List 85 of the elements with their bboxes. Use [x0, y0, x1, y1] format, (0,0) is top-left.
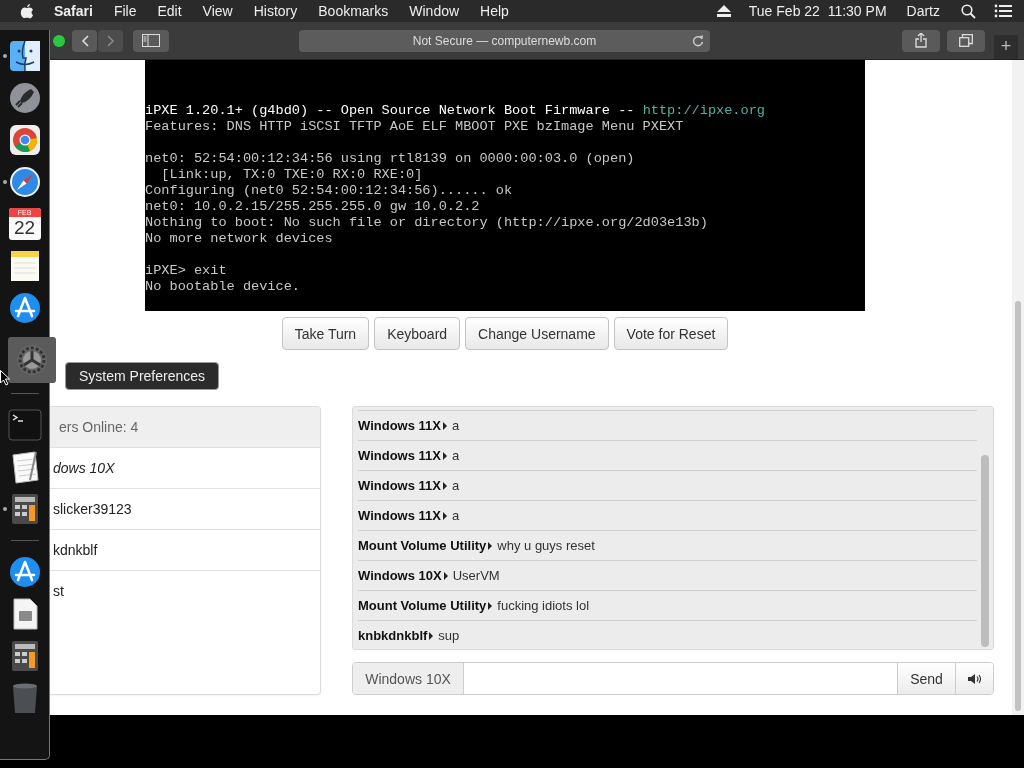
eject-icon[interactable] [716, 5, 731, 17]
terminal-screen[interactable] [145, 60, 865, 311]
chat-message: a [451, 508, 460, 523]
chat-username: Windows 11X [358, 448, 441, 463]
search-icon[interactable] [961, 3, 976, 19]
menu-item[interactable]: Window [409, 3, 460, 19]
address-bar[interactable]: Not Secure — computernewb.com [299, 29, 710, 52]
action-button[interactable]: Keyboard [374, 317, 461, 350]
back-button[interactable] [72, 29, 97, 52]
gear-icon[interactable] [14, 343, 49, 377]
tabs-icon [959, 34, 973, 47]
clock[interactable]: Tue Feb 22 11:30 PM [748, 3, 887, 19]
menu-item[interactable]: Edit [157, 3, 182, 19]
user-list-item[interactable]: st [50, 571, 320, 611]
caret-icon [442, 511, 447, 520]
caret-icon [488, 541, 493, 550]
window-zoom-button[interactable] [53, 34, 65, 47]
sidebar-icon [142, 34, 160, 47]
terminal-line: net0: 52:54:00:12:34:56 using rtl8139 on 0000:00:03.0 (open) [145, 151, 636, 167]
chat-message: UserVM [452, 568, 500, 583]
action-button[interactable]: Take Turn [281, 317, 370, 350]
chevron-left-icon [80, 34, 89, 47]
reload-icon[interactable] [692, 34, 704, 47]
terminal-line: iPXE 1.20.1+ (g4bd0) -- Open Source Network Boot Firmware -- http://ipxe.org [145, 103, 766, 119]
terminal-line: Nothing to boot: No such file or directory (http://ipxe.org/2d03e13b) [145, 215, 709, 231]
user-name[interactable]: Dartz [906, 3, 940, 19]
caret-icon [442, 421, 447, 430]
chevron-right-icon [106, 34, 115, 47]
chat-username: Mount Volume Utility [358, 598, 487, 613]
menu-item[interactable]: History [253, 3, 298, 19]
menu-item[interactable]: File [113, 3, 137, 19]
finder-icon[interactable] [7, 39, 42, 73]
chat-username: Windows 11X [358, 478, 441, 493]
chat-message: a [451, 418, 460, 433]
chat-message: sup [438, 628, 460, 643]
chat-message: fucking idiots lol [497, 598, 590, 613]
menu-item[interactable]: Safari [54, 3, 93, 19]
terminal-line: [Link:up, TX:0 TXE:0 RX:0 RXE:0] [160, 167, 424, 183]
share-icon [915, 33, 927, 48]
terminal-icon[interactable] [7, 408, 42, 442]
scrollbar-thumb[interactable] [981, 455, 989, 647]
tooltip: System Preferences [65, 362, 220, 390]
scrollbar-thumb[interactable] [1015, 301, 1021, 711]
menu-item[interactable]: Help [480, 3, 509, 19]
rocket-icon[interactable] [7, 81, 42, 115]
scrollbar[interactable] [1012, 60, 1024, 715]
calendar-day: 22 [13, 217, 36, 239]
caret-icon [442, 481, 447, 490]
terminal-line: iPXE> exit [145, 263, 228, 279]
menu-item[interactable]: Bookmarks [318, 3, 389, 19]
list-icon[interactable] [994, 4, 1012, 18]
chat-username: Windows 11X [358, 418, 441, 433]
compass-icon[interactable] [7, 165, 42, 199]
app-store-icon[interactable] [7, 291, 42, 325]
terminal-line: Configuring (net0 52:54:00:12:34:56)...... ok [145, 183, 514, 199]
caret-icon [442, 451, 447, 460]
caret-icon [429, 631, 434, 640]
caret-icon [488, 601, 493, 610]
sidebar-button[interactable] [133, 29, 169, 52]
cursor-icon [0, 370, 10, 386]
chat-message: why u guys reset [497, 538, 595, 553]
terminal-line: net0: 10.0.2.15/255.255.255.0 gw 10.0.2.2 [145, 199, 481, 215]
chat-username: Windows 10X [358, 568, 442, 583]
terminal-link[interactable]: http://ipxe.org [642, 103, 765, 118]
terminal-line: Features: DNS HTTP iSCSI TFTP AoE ELF MBOOT PXE bzImage Menu PXEXT [145, 119, 685, 135]
chat-username: knbkdnkblf [358, 628, 428, 643]
chat-message: a [451, 478, 460, 493]
apple-icon[interactable] [20, 3, 34, 19]
chat-username: Mount Volume Utility [358, 538, 487, 553]
dock-highlight[interactable] [7, 337, 56, 383]
new-tab-button[interactable]: + [994, 34, 1018, 59]
action-button[interactable]: Vote for Reset [613, 317, 729, 350]
share-button[interactable] [902, 29, 940, 52]
chat-username: Windows 11X [358, 508, 441, 523]
action-button[interactable]: Change Username [465, 317, 609, 350]
url-text: Not Secure — computernewb.com [412, 33, 597, 48]
terminal-line: No more network devices [145, 231, 334, 247]
users-online-header: ers Online: 4 [50, 407, 320, 448]
app-store-icon[interactable] [7, 555, 42, 589]
terminal-line: No bootable device. [145, 279, 301, 295]
tabs-button[interactable] [947, 29, 985, 52]
menu-item[interactable]: View [202, 3, 233, 19]
chat-message: a [451, 448, 460, 463]
caret-icon [443, 571, 448, 580]
browser-icon[interactable] [7, 123, 42, 157]
